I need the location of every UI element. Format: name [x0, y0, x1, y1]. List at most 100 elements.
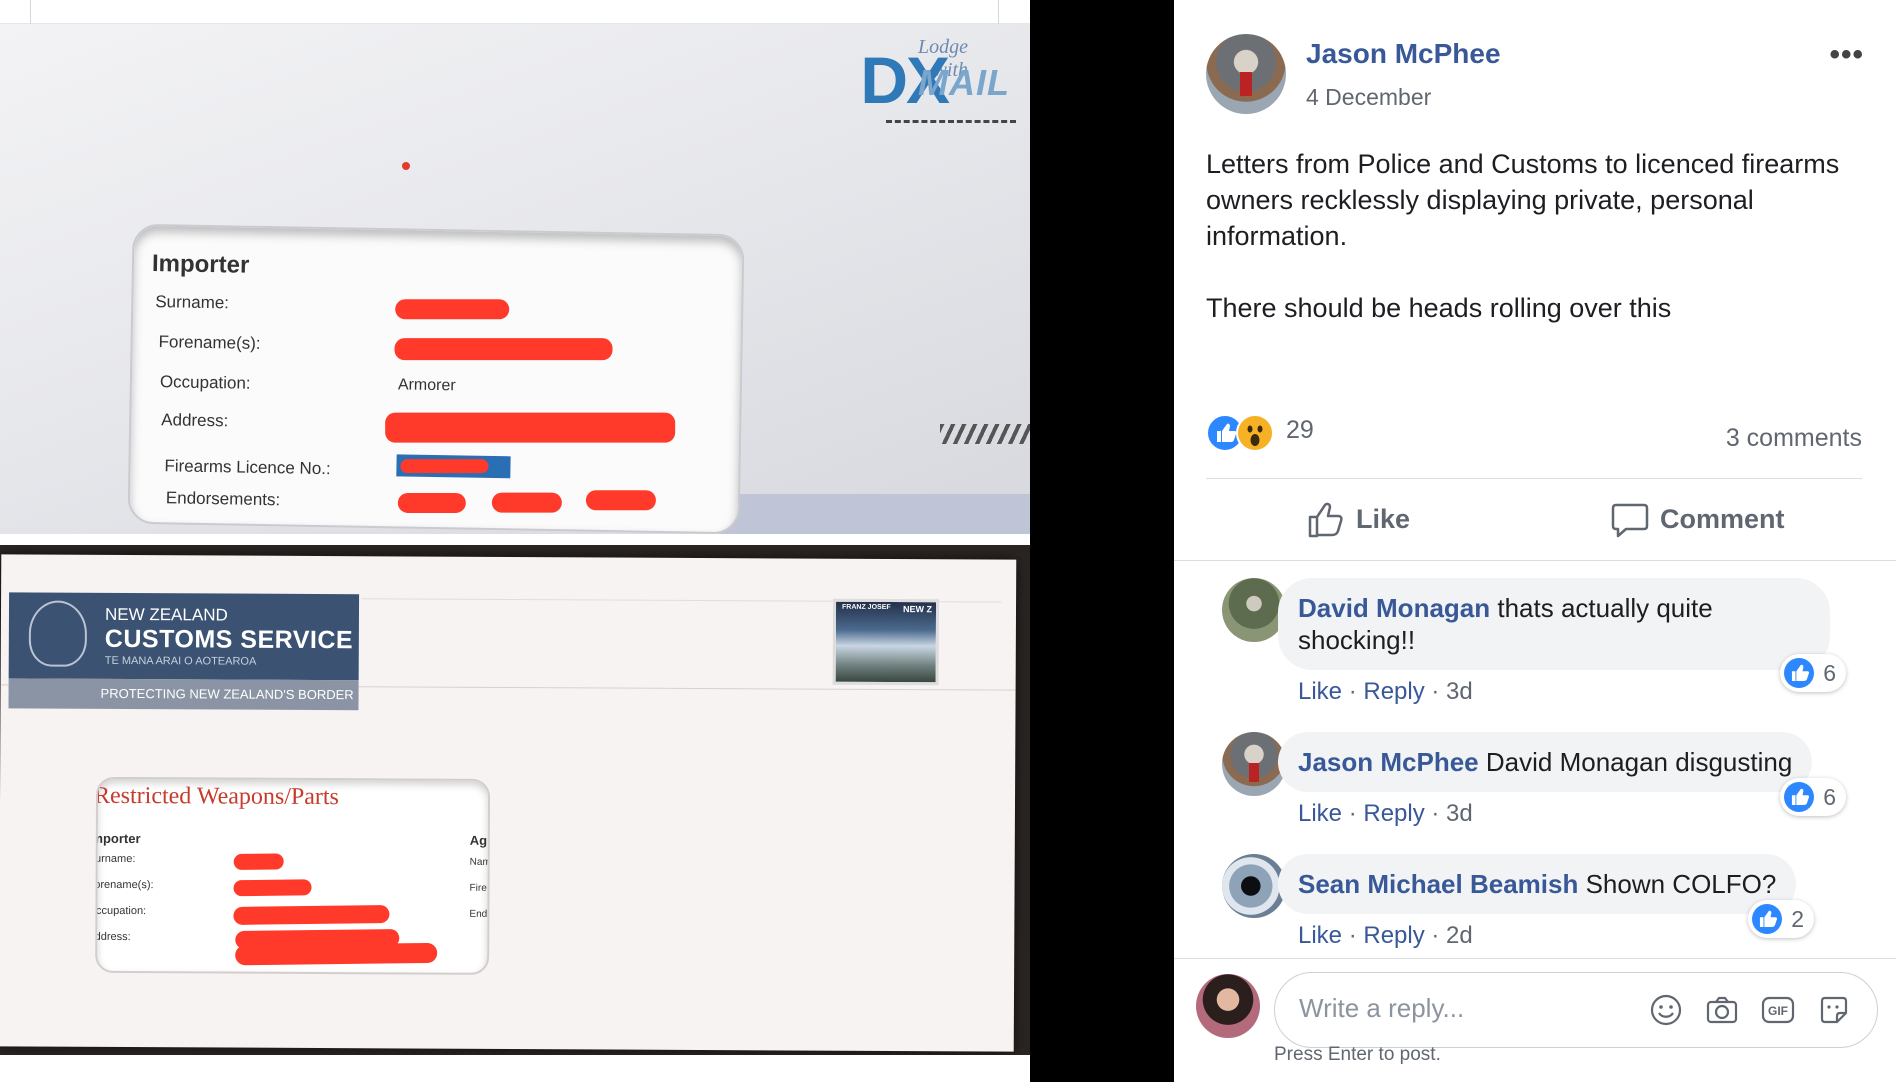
redaction-mark	[233, 879, 312, 897]
occupation-value: Armorer	[397, 376, 456, 395]
field-label: Firearms Licence No.:	[164, 456, 331, 479]
commenter-avatar[interactable]	[1222, 732, 1286, 796]
right-field: Nam	[469, 856, 491, 868]
window-title: Importer	[151, 250, 250, 279]
commenter-avatar[interactable]	[1222, 578, 1286, 642]
comment-like-count[interactable]: 6	[1780, 778, 1846, 816]
field-label: Address:	[95, 930, 131, 944]
right-field: Fire	[469, 882, 487, 894]
customs-tagline: PROTECTING NEW ZEALAND'S BORDER	[8, 678, 359, 711]
comment-author[interactable]: Sean Michael Beamish	[1298, 869, 1578, 899]
field-label: Forename(s):	[158, 332, 261, 353]
comment-item: Sean Michael Beamish Shown COLFO? Like ·…	[1198, 854, 1868, 954]
comment-like-link[interactable]: Like	[1298, 678, 1342, 705]
right-field: End	[469, 908, 488, 920]
author-avatar[interactable]	[1206, 34, 1286, 114]
comment-author[interactable]: David Monagan	[1298, 593, 1490, 623]
commenter-avatar[interactable]	[1222, 854, 1286, 918]
gif-label: GIF	[1768, 1004, 1788, 1018]
comment-like-count[interactable]: 2	[1748, 900, 1814, 938]
comment-item: Jason McPhee David Monagan disgusting Li…	[1198, 732, 1868, 832]
comment-actions: Like · Reply · 2d	[1298, 922, 1473, 949]
comment-reply-link[interactable]: Reply	[1363, 678, 1424, 705]
photo-top-strip	[0, 0, 1030, 24]
customs-logo-box: NEW ZEALAND CUSTOMS SERVICE TE MANA ARAI…	[8, 592, 360, 681]
like-count: 2	[1791, 906, 1804, 932]
comments-count-link[interactable]: 3 comments	[1726, 424, 1862, 453]
comment-reply-link[interactable]: Reply	[1363, 800, 1424, 827]
sticker-icon[interactable]	[1817, 993, 1851, 1027]
dx-sub: MAIL	[918, 62, 1010, 103]
envelope-band	[710, 494, 1030, 534]
reply-hint: Press Enter to post.	[1274, 1044, 1441, 1065]
dashed-line	[886, 120, 1016, 123]
like-count: 6	[1823, 784, 1836, 810]
comment-text: Shown COLFO?	[1585, 869, 1777, 899]
comment-reply-link[interactable]: Reply	[1363, 922, 1424, 949]
post-photo[interactable]: Lodge with DXMAIL Importer Surname: Fore…	[0, 0, 1030, 1082]
speech-bubble-icon	[1610, 500, 1650, 547]
redaction-mark	[394, 338, 613, 361]
strip-tick	[998, 0, 999, 24]
field-label: Forename(s):	[95, 878, 154, 892]
right-tag: Ag	[469, 832, 488, 848]
camera-icon[interactable]	[1705, 993, 1739, 1027]
dx-big-text: DXMAIL	[860, 42, 1010, 118]
comment-bubble: Sean Michael Beamish Shown COLFO?	[1278, 854, 1797, 914]
comment-like-link[interactable]: Like	[1298, 800, 1342, 827]
customs-envelope-photo: NEW ZEALAND CUSTOMS SERVICE TE MANA ARAI…	[0, 545, 1030, 1055]
viewer-backdrop	[1030, 0, 1174, 1082]
redaction-mark	[233, 905, 390, 925]
comment-age[interactable]: 3d	[1446, 800, 1473, 827]
gif-icon[interactable]: GIF	[1761, 993, 1795, 1027]
red-dot	[402, 162, 410, 170]
window-title: Restricted Weapons/Parts	[95, 782, 340, 811]
org-line-3: TE MANA ARAI O AOTEAROA	[104, 654, 257, 668]
envelope-paper: NEW ZEALAND CUSTOMS SERVICE TE MANA ARAI…	[0, 554, 1017, 1052]
post-paragraph: There should be heads rolling over this	[1206, 293, 1672, 323]
stripe-pattern	[940, 424, 1030, 444]
more-options-button[interactable]: •••	[1829, 38, 1864, 72]
comment-actions: Like · Reply · 3d	[1298, 800, 1473, 827]
like-label: Like	[1356, 504, 1411, 534]
envelope-window: Restricted Weapons/Parts Importer Surnam…	[95, 776, 491, 975]
post-panel: Jason McPhee 4 December ••• Letters from…	[1174, 0, 1896, 1082]
current-user-avatar	[1196, 974, 1260, 1038]
wow-reaction-icon	[1236, 414, 1274, 452]
post-paragraph: Letters from Police and Customs to licen…	[1206, 149, 1840, 251]
redaction-mark	[385, 412, 676, 443]
postage-stamp: FRANZ JOSEF NEW Z	[832, 598, 940, 686]
redaction-mark	[233, 853, 284, 871]
nz-crest-icon	[28, 600, 88, 667]
comment-like-count[interactable]: 6	[1780, 654, 1846, 692]
stamp-country: NEW Z	[902, 604, 933, 615]
redaction-mark	[400, 459, 489, 474]
field-label: Endorsements:	[165, 488, 281, 510]
redaction-mark	[395, 299, 510, 320]
comment-label: Comment	[1660, 504, 1785, 534]
comment-age[interactable]: 2d	[1446, 922, 1473, 949]
field-label: Occupation:	[159, 372, 251, 393]
thumbs-up-icon	[1306, 500, 1346, 547]
police-envelope-photo: Lodge with DXMAIL Importer Surname: Fore…	[0, 24, 1030, 534]
comment-age[interactable]: 3d	[1446, 678, 1473, 705]
redaction-mark	[235, 942, 438, 966]
strip-tick	[30, 0, 31, 24]
like-reaction-icon	[1784, 658, 1814, 688]
comment-author[interactable]: Jason McPhee	[1298, 747, 1479, 777]
emoji-icon[interactable]	[1649, 993, 1683, 1027]
like-reaction-icon	[1752, 904, 1782, 934]
comment-item: David Monagan thats actually quite shock…	[1198, 578, 1868, 708]
field-label: Surname:	[155, 292, 230, 313]
redaction-mark	[397, 492, 466, 513]
window-subtitle: Importer	[95, 830, 141, 847]
envelope-window: Importer Surname: Forename(s): Occupatio…	[127, 223, 745, 534]
comment-like-link[interactable]: Like	[1298, 922, 1342, 949]
post-author-name[interactable]: Jason McPhee	[1306, 38, 1501, 70]
reply-composer[interactable]: GIF	[1274, 972, 1878, 1048]
reply-input[interactable]	[1299, 993, 1639, 1024]
reaction-count: 29	[1286, 416, 1314, 444]
like-reaction-icon	[1784, 782, 1814, 812]
org-line-2: CUSTOMS SERVICE	[104, 624, 354, 655]
post-date[interactable]: 4 December	[1306, 84, 1431, 111]
